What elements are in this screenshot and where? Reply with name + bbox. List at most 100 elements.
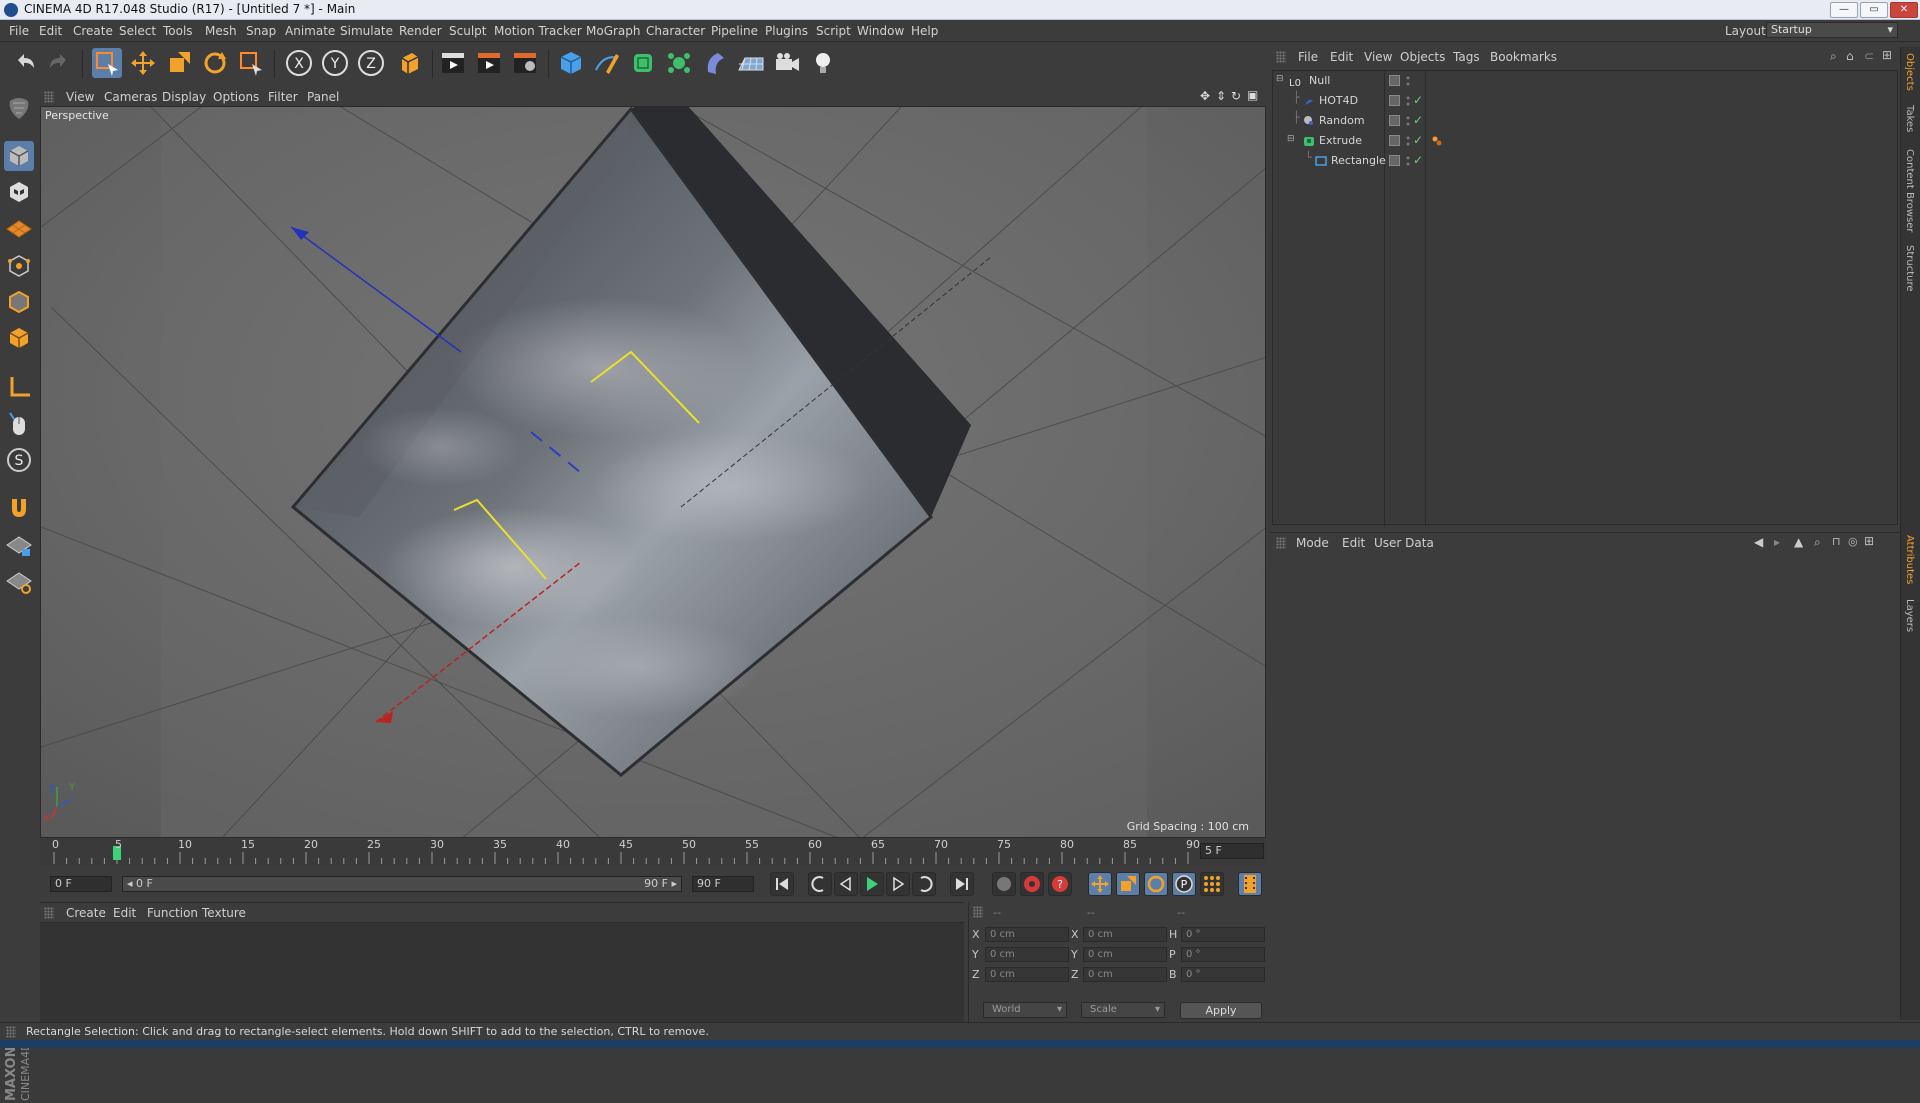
- light-button[interactable]: [808, 48, 838, 78]
- keyframe-selection-button[interactable]: ?: [1048, 872, 1072, 896]
- object-row-null[interactable]: ⊟ L0 Null: [1273, 71, 1897, 91]
- end-frame-field[interactable]: 90 F: [692, 876, 754, 892]
- menu-animate[interactable]: Animate: [285, 24, 335, 38]
- scale-key-button[interactable]: [1116, 872, 1140, 896]
- menu-window[interactable]: Window: [857, 24, 904, 38]
- previous-key-button[interactable]: [808, 872, 832, 896]
- collapse-toggle-icon[interactable]: ⊟: [1276, 74, 1284, 84]
- enabled-check-icon[interactable]: ✓: [1413, 133, 1423, 147]
- side-tab-attributes[interactable]: Attributes: [1904, 535, 1915, 584]
- record-keyframe-button[interactable]: [992, 872, 1016, 896]
- axis-mode-button[interactable]: [4, 373, 34, 403]
- attributes-menu-user-data[interactable]: User Data: [1374, 536, 1434, 550]
- editor-render-visibility[interactable]: [1389, 75, 1400, 86]
- model-mode-button[interactable]: [4, 141, 34, 171]
- move-tool-button[interactable]: [128, 48, 158, 78]
- apply-button[interactable]: Apply: [1180, 1002, 1262, 1019]
- collapse-toggle-icon[interactable]: ⊟: [1287, 134, 1295, 144]
- scale-tool-button[interactable]: [164, 48, 194, 78]
- viewport-menu-options[interactable]: Options: [213, 90, 259, 104]
- viewport-menu-cameras[interactable]: Cameras: [104, 90, 157, 104]
- size-z-field[interactable]: 0 cm: [1083, 967, 1167, 982]
- menu-sculpt[interactable]: Sculpt: [449, 24, 486, 38]
- menu-snap[interactable]: Snap: [246, 24, 276, 38]
- editor-render-visibility[interactable]: [1389, 115, 1400, 126]
- go-to-start-button[interactable]: [770, 872, 794, 896]
- objects-menu-bookmarks[interactable]: Bookmarks: [1490, 50, 1557, 64]
- point-level-key-button[interactable]: [1200, 872, 1224, 896]
- frame-ruler[interactable]: [42, 840, 1192, 864]
- side-tab-objects[interactable]: Objects: [1904, 53, 1915, 91]
- size-mode-dropdown[interactable]: Scale ▾: [1081, 1002, 1165, 1018]
- menu-character[interactable]: Character: [646, 24, 705, 38]
- objects-menu-objects[interactable]: Objects: [1400, 50, 1445, 64]
- link-icon[interactable]: ⊂: [1864, 49, 1874, 63]
- rotation-p-field[interactable]: 0 °: [1181, 947, 1265, 962]
- target-icon[interactable]: ◎: [1848, 535, 1858, 548]
- viewport-menu-panel[interactable]: Panel: [307, 90, 339, 104]
- points-mode-button[interactable]: [4, 251, 34, 281]
- enabled-check-icon[interactable]: ✓: [1413, 93, 1423, 107]
- home-icon[interactable]: ⌂: [1846, 49, 1854, 63]
- editor-render-visibility[interactable]: [1389, 95, 1400, 106]
- viewport-zoom-icon[interactable]: ⇕: [1216, 89, 1226, 103]
- cube-object-button[interactable]: [556, 48, 586, 78]
- material-menu-texture[interactable]: Texture: [202, 906, 246, 920]
- perspective-viewport[interactable]: Y Z X Perspective Grid Spacing : 100 cm: [40, 106, 1266, 838]
- workplane-mode-button[interactable]: [4, 213, 34, 243]
- previous-frame-button[interactable]: [834, 872, 858, 896]
- viewport-menu-filter[interactable]: Filter: [268, 90, 298, 104]
- menu-motion-tracker[interactable]: Motion Tracker: [494, 24, 582, 38]
- preview-range-slider[interactable]: ◂ 0 F 90 F ▸: [122, 876, 682, 892]
- lock-icon[interactable]: ⊓: [1832, 535, 1841, 548]
- start-frame-field[interactable]: 0 F: [50, 876, 112, 892]
- side-tab-structure[interactable]: Structure: [1904, 245, 1915, 292]
- x-axis-lock-button[interactable]: X: [284, 48, 314, 78]
- menu-tools[interactable]: Tools: [163, 24, 193, 38]
- timeline-window-button[interactable]: [1238, 872, 1262, 896]
- panel-grip-icon[interactable]: [1276, 537, 1286, 549]
- locked-workplane-button[interactable]: [4, 531, 34, 561]
- enable-snap-button[interactable]: [4, 493, 34, 523]
- object-name[interactable]: Null: [1309, 74, 1330, 87]
- texture-mode-button[interactable]: [4, 177, 34, 207]
- close-button[interactable]: ✕: [1890, 2, 1918, 18]
- play-button[interactable]: [860, 872, 884, 896]
- up-arrow-icon[interactable]: ▲: [1794, 535, 1803, 549]
- object-name[interactable]: Rectangle: [1331, 154, 1386, 167]
- editor-render-visibility[interactable]: [1389, 135, 1400, 146]
- menu-mesh[interactable]: Mesh: [205, 24, 237, 38]
- menu-render[interactable]: Render: [399, 24, 442, 38]
- viewport-move-icon[interactable]: ✥: [1200, 89, 1210, 103]
- render-settings-button[interactable]: [510, 48, 540, 78]
- visibility-dots-icon[interactable]: [1405, 134, 1411, 148]
- viewport-menu-display[interactable]: Display: [162, 90, 206, 104]
- minimize-button[interactable]: —: [1830, 2, 1858, 18]
- panel-grip-icon[interactable]: [44, 907, 54, 919]
- z-axis-lock-button[interactable]: Z: [356, 48, 386, 78]
- undo-button[interactable]: [10, 48, 40, 78]
- visibility-dots-icon[interactable]: [1405, 94, 1411, 108]
- rotation-key-button[interactable]: [1144, 872, 1168, 896]
- maximize-button[interactable]: ▭: [1860, 2, 1888, 18]
- viewport-menu-view[interactable]: View: [66, 90, 94, 104]
- visibility-dots-icon[interactable]: [1405, 74, 1411, 88]
- parameter-key-button[interactable]: P: [1172, 872, 1196, 896]
- side-tab-content-browser[interactable]: Content Browser: [1904, 149, 1915, 232]
- camera-button[interactable]: [772, 48, 802, 78]
- menu-edit[interactable]: Edit: [39, 24, 62, 38]
- polygons-mode-button[interactable]: [4, 323, 34, 353]
- objects-menu-view[interactable]: View: [1364, 50, 1392, 64]
- object-hierarchy[interactable]: ⊟ L0 Null ├ HOT4D ✓ ├ Random ✓ ⊟ Extrude: [1272, 70, 1898, 526]
- menu-mograph[interactable]: MoGraph: [586, 24, 641, 38]
- material-menu-edit[interactable]: Edit: [113, 906, 136, 920]
- position-x-field[interactable]: 0 cm: [985, 927, 1069, 942]
- deformer-button[interactable]: [700, 48, 730, 78]
- viewport-rotate-icon[interactable]: ↻: [1231, 89, 1241, 103]
- panel-grip-icon[interactable]: [44, 91, 54, 103]
- panel-grip-icon[interactable]: [1276, 51, 1286, 63]
- cloner-button[interactable]: [664, 48, 694, 78]
- visibility-dots-icon[interactable]: [1405, 114, 1411, 128]
- rotate-tool-button[interactable]: [200, 48, 230, 78]
- objects-menu-edit[interactable]: Edit: [1330, 50, 1353, 64]
